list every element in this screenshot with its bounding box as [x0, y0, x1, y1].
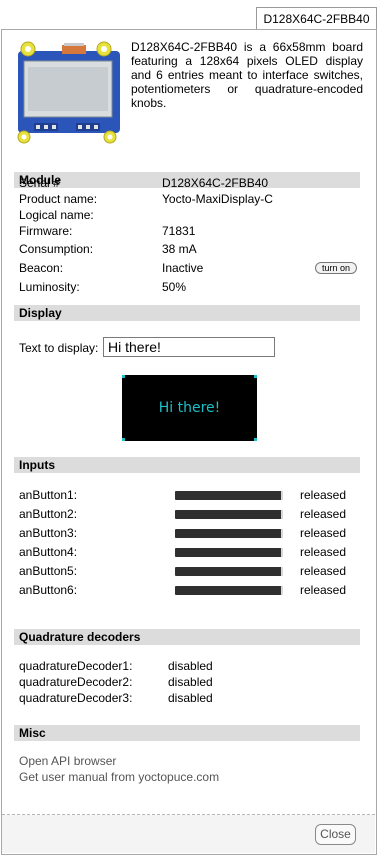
oled-preview: Hi there!: [122, 375, 257, 441]
quadrature-decoder1-label: quadratureDecoder1:: [19, 659, 133, 673]
oled-corner-marker: [254, 375, 257, 378]
text-to-display-label: Text to display:: [19, 341, 99, 355]
anbutton2-label: anButton2:: [19, 507, 78, 521]
consumption-value: 38 mA: [162, 242, 197, 256]
beacon-value: Inactive: [162, 261, 204, 275]
anbutton4-state: released: [300, 545, 347, 559]
anbutton2-state: released: [300, 507, 347, 521]
anbutton1-level-bar: [175, 491, 283, 500]
level-bar-remainder: [280, 491, 283, 500]
open-api-browser-link[interactable]: Open API browser: [19, 754, 116, 769]
anbutton1-state: released: [300, 488, 347, 502]
text-to-display-input[interactable]: [103, 337, 275, 357]
quadrature-decoder3-label: quadratureDecoder3:: [19, 691, 133, 705]
consumption-label: Consumption:: [19, 242, 94, 256]
oled-preview-text: Hi there!: [158, 400, 221, 416]
level-bar-remainder: [280, 529, 283, 538]
anbutton1-label: anButton1:: [19, 488, 78, 502]
anbutton6-state: released: [300, 583, 347, 597]
quadrature-decoder1-value: disabled: [168, 659, 213, 673]
luminosity-label: Luminosity:: [19, 280, 80, 294]
product-name-label: Product name:: [19, 192, 98, 206]
anbutton3-label: anButton3:: [19, 526, 78, 540]
oled-corner-marker: [122, 438, 125, 441]
product-name-value: Yocto-MaxiDisplay-C: [162, 192, 273, 206]
device-tab[interactable]: D128X64C-2FBB40: [256, 7, 377, 30]
anbutton4-label: anButton4:: [19, 545, 78, 559]
display-section-header: Display: [14, 305, 360, 321]
quadrature-decoder3-value: disabled: [168, 691, 213, 705]
anbutton6-level-bar: [175, 586, 283, 595]
serial-value: D128X64C-2FBB40: [162, 176, 269, 190]
device-description: D128X64C-2FBB40 is a 66x58mm board featu…: [131, 40, 363, 110]
misc-section-header: Misc: [14, 725, 360, 741]
level-bar-remainder: [280, 510, 283, 519]
quadrature-section-header: Quadrature decoders: [14, 629, 360, 645]
user-manual-link[interactable]: Get user manual from yoctopuce.com: [19, 770, 219, 785]
firmware-value: 71831: [162, 224, 196, 238]
close-button[interactable]: Close: [315, 824, 356, 845]
anbutton3-state: released: [300, 526, 347, 540]
anbutton3-level-bar: [175, 529, 283, 538]
quadrature-decoder2-value: disabled: [168, 675, 213, 689]
anbutton2-level-bar: [175, 510, 283, 519]
level-bar-remainder: [280, 548, 283, 557]
oled-corner-marker: [122, 375, 125, 378]
level-bar-remainder: [280, 586, 283, 595]
inputs-section-header: Inputs: [14, 457, 360, 473]
level-bar-remainder: [280, 567, 283, 576]
luminosity-value: 50%: [162, 280, 187, 294]
logical-name-label: Logical name:: [19, 208, 94, 222]
anbutton5-level-bar: [175, 567, 283, 576]
board-photo: [17, 41, 120, 144]
beacon-label: Beacon:: [19, 261, 64, 275]
quadrature-decoder2-label: quadratureDecoder2:: [19, 675, 133, 689]
anbutton4-level-bar: [175, 548, 283, 557]
anbutton5-label: anButton5:: [19, 564, 78, 578]
anbutton5-state: released: [300, 564, 347, 578]
beacon-turn-on-button[interactable]: turn on: [315, 262, 357, 274]
serial-label: Serial #: [19, 176, 60, 190]
oled-corner-marker: [254, 438, 257, 441]
anbutton6-label: anButton6:: [19, 583, 78, 597]
firmware-label: Firmware:: [19, 224, 73, 238]
